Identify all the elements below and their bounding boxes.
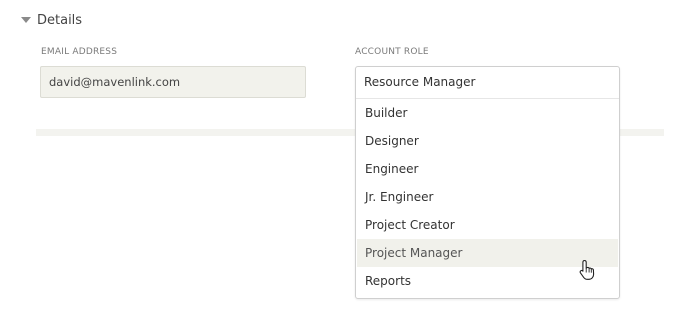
role-option-builder[interactable]: Builder <box>357 99 618 127</box>
section-title: Details <box>37 12 83 28</box>
account-role-selected[interactable]: Resource Manager <box>356 67 619 99</box>
email-field[interactable] <box>40 66 306 98</box>
details-section-toggle[interactable]: Details <box>21 10 82 30</box>
account-role-label: ACCOUNT ROLE <box>355 47 429 57</box>
role-option-engineer[interactable]: Engineer <box>357 155 618 183</box>
caret-down-icon <box>21 17 31 23</box>
hand-pointer-icon <box>579 259 595 280</box>
role-option-project-creator[interactable]: Project Creator <box>357 211 618 239</box>
email-label: EMAIL ADDRESS <box>41 47 118 57</box>
role-option-designer[interactable]: Designer <box>357 127 618 155</box>
role-option-jr-engineer[interactable]: Jr. Engineer <box>357 183 618 211</box>
